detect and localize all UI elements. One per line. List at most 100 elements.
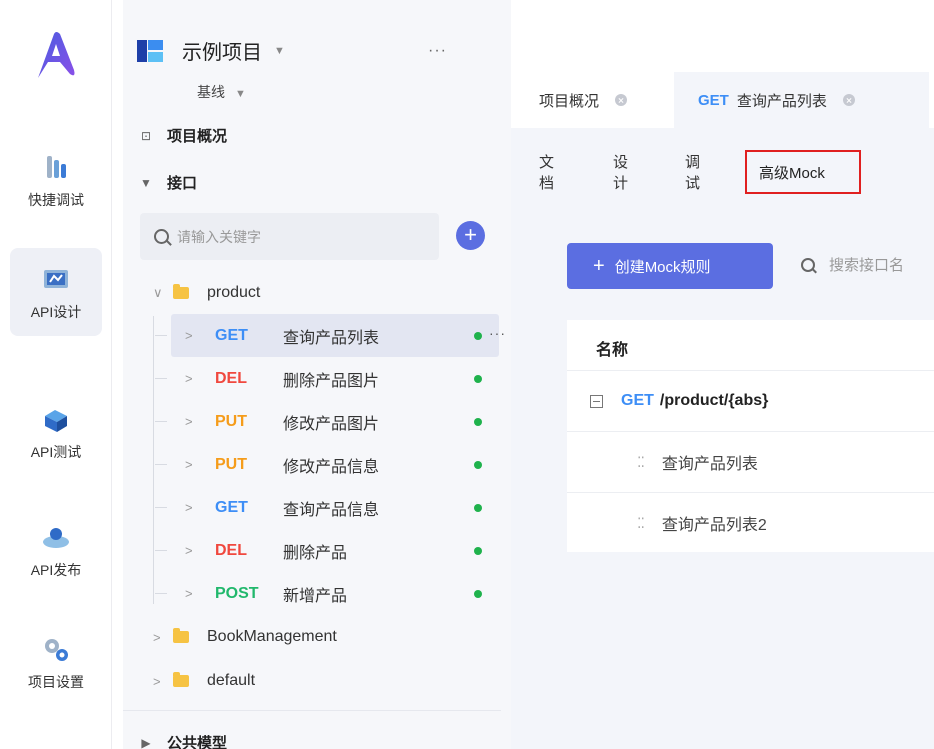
api-item[interactable]: > GET 查询产品列表 ··· bbox=[155, 314, 505, 357]
project-logo-icon bbox=[137, 39, 163, 62]
create-mock-rule-button[interactable]: + 创建Mock规则 bbox=[567, 243, 773, 289]
mock-search[interactable]: 搜索接口名 bbox=[801, 254, 904, 275]
rail-item-api-test[interactable]: API测试 bbox=[10, 388, 102, 476]
chevron-right-icon: > bbox=[185, 586, 193, 601]
chevron-down-icon: ∨ bbox=[153, 285, 163, 300]
subtab-design[interactable]: 设计 bbox=[613, 150, 628, 194]
caret-down-icon: ▼ bbox=[235, 88, 246, 100]
api-item[interactable]: > DEL 删除产品 bbox=[155, 529, 499, 572]
api-item[interactable]: > POST 新增产品 bbox=[155, 572, 499, 615]
tree-item-overview[interactable]: ⊡ 项目概况 bbox=[139, 125, 227, 146]
folder-label: default bbox=[207, 672, 256, 689]
chevron-right-icon: > bbox=[153, 673, 161, 689]
interfaces-label: 接口 bbox=[167, 175, 198, 192]
status-dot bbox=[474, 332, 482, 340]
rail-item-project-settings[interactable]: 项目设置 bbox=[10, 618, 102, 706]
overview-label: 项目概况 bbox=[167, 128, 228, 145]
method-badge: GET bbox=[215, 326, 248, 344]
tab-project-overview[interactable]: 项目概况 bbox=[539, 72, 628, 128]
caret-down-icon: ▼ bbox=[140, 175, 152, 190]
status-dot bbox=[474, 375, 482, 383]
drag-handle-icon[interactable]: ⁚⁚ bbox=[637, 454, 645, 471]
method-badge: DEL bbox=[215, 541, 247, 559]
tab-label: 项目概况 bbox=[539, 92, 600, 110]
mock-rules-table: 名称 GET /product/{abs} ⁚⁚ 查询产品列表 ⁚⁚ 查询产品列… bbox=[567, 320, 934, 552]
method-badge: GET bbox=[215, 498, 248, 516]
table-row[interactable]: ⁚⁚ 查询产品列表2 bbox=[567, 492, 934, 553]
folder-label: BookManagement bbox=[207, 628, 337, 645]
subtab-debug[interactable]: 调试 bbox=[685, 150, 700, 194]
more-icon[interactable]: ··· bbox=[489, 325, 506, 341]
api-name: 查询产品列表 bbox=[283, 329, 380, 347]
folder-product[interactable]: ∨ product bbox=[153, 284, 260, 302]
chevron-right-icon: > bbox=[185, 414, 193, 429]
chevron-right-icon: > bbox=[185, 543, 193, 558]
rail-item-label: API测试 bbox=[30, 444, 82, 460]
chevron-right-icon: > bbox=[185, 371, 193, 386]
folder-bookmanagement[interactable]: > BookManagement bbox=[153, 628, 337, 646]
rail-item-quick-debug[interactable]: 快捷调试 bbox=[10, 136, 102, 224]
more-icon[interactable]: ··· bbox=[428, 42, 447, 60]
method-badge: PUT bbox=[215, 455, 247, 473]
tree-item-public-models[interactable]: ▶ 公共模型 bbox=[139, 732, 227, 749]
app-logo-icon bbox=[38, 32, 75, 78]
quick-debug-icon bbox=[47, 156, 66, 178]
table-row[interactable]: ⁚⁚ 查询产品列表 bbox=[567, 431, 934, 492]
tab-label: 查询产品列表 bbox=[736, 92, 827, 110]
api-test-icon bbox=[45, 410, 67, 432]
method-badge: POST bbox=[215, 584, 259, 602]
tab-active-api[interactable]: GET 查询产品列表 bbox=[674, 72, 929, 128]
search-icon bbox=[154, 229, 169, 244]
rail-item-api-design[interactable]: API设计 bbox=[10, 248, 102, 336]
tree-search-input[interactable] bbox=[177, 228, 417, 245]
rail-item-label: API发布 bbox=[30, 562, 82, 578]
add-button[interactable]: + bbox=[456, 221, 485, 250]
project-header[interactable]: 示例项目 ▼ bbox=[136, 36, 285, 65]
project-title: 示例项目 bbox=[182, 42, 262, 64]
tree-item-interfaces[interactable]: ▼ 接口 bbox=[139, 172, 197, 193]
status-dot bbox=[474, 590, 482, 598]
column-header-name: 名称 bbox=[596, 342, 629, 359]
overview-icon: ⊡ bbox=[140, 128, 152, 143]
api-item[interactable]: > GET 查询产品信息 bbox=[155, 486, 499, 529]
table-row-group[interactable]: GET /product/{abs} bbox=[567, 370, 934, 431]
collapse-icon[interactable] bbox=[590, 394, 603, 408]
api-path: /product/{abs} bbox=[659, 392, 769, 409]
method-badge: GET bbox=[698, 91, 729, 109]
folder-default[interactable]: > default bbox=[153, 672, 255, 690]
app-root: 快捷调试 API设计 API测试 API发布 项目设置 示例项目 ▼ ··· 基… bbox=[0, 0, 934, 749]
drag-handle-icon[interactable]: ⁚⁚ bbox=[637, 515, 645, 532]
plus-icon: + bbox=[593, 254, 605, 277]
project-tree-panel: 示例项目 ▼ ··· 基线 ▼ ⊡ 项目概况 ▼ 接口 + ∨ product > bbox=[123, 0, 511, 749]
close-icon[interactable] bbox=[842, 94, 855, 106]
api-item[interactable]: > PUT 修改产品图片 bbox=[155, 400, 499, 443]
tab-bar: 项目概况 GET 查询产品列表 bbox=[511, 72, 934, 128]
baseline-label: 基线 bbox=[197, 84, 225, 100]
project-settings-icon bbox=[45, 639, 68, 661]
caret-down-icon: ▼ bbox=[274, 44, 285, 57]
api-name: 删除产品图片 bbox=[283, 372, 380, 390]
api-item[interactable]: > DEL 删除产品图片 bbox=[155, 357, 499, 400]
chevron-right-icon: > bbox=[153, 629, 161, 645]
api-name: 修改产品图片 bbox=[283, 415, 380, 433]
status-dot bbox=[474, 418, 482, 426]
close-icon[interactable] bbox=[615, 94, 628, 106]
folder-label: product bbox=[207, 284, 261, 301]
folder-icon bbox=[173, 672, 189, 687]
mock-rule-name: 查询产品列表2 bbox=[661, 517, 767, 534]
folder-icon bbox=[173, 284, 189, 299]
api-name: 删除产品 bbox=[283, 544, 348, 562]
api-publish-icon bbox=[43, 528, 69, 548]
api-name: 查询产品信息 bbox=[283, 501, 380, 519]
tree-search[interactable] bbox=[140, 213, 439, 260]
baseline-selector[interactable]: 基线 ▼ bbox=[197, 82, 246, 102]
search-icon bbox=[801, 257, 815, 272]
rail-item-label: 项目设置 bbox=[28, 674, 84, 690]
api-item[interactable]: > PUT 修改产品信息 bbox=[155, 443, 499, 486]
subtab-advanced-mock[interactable]: 高级Mock bbox=[745, 150, 861, 194]
status-dot bbox=[474, 547, 482, 555]
method-badge: DEL bbox=[215, 369, 247, 387]
subtab-docs[interactable]: 文档 bbox=[539, 150, 554, 194]
mock-search-placeholder: 搜索接口名 bbox=[829, 257, 905, 274]
rail-item-api-publish[interactable]: API发布 bbox=[10, 506, 102, 594]
